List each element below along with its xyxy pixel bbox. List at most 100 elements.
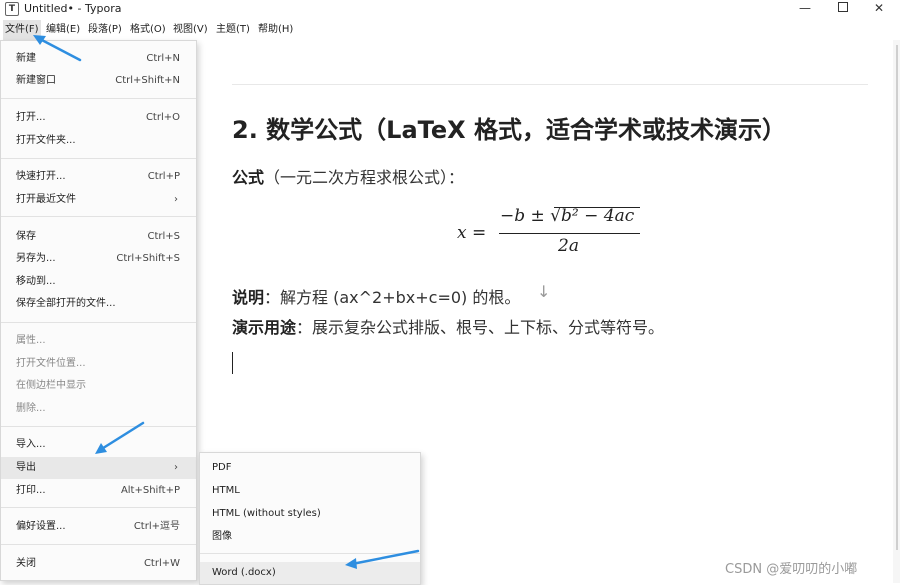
description-text: ：解方程 (ax^2+bx+c=0) 的根。: [264, 288, 521, 307]
menu-item-shortcut: Ctrl+S: [147, 231, 180, 242]
menu-item-print[interactable]: 打印... Alt+Shift+P: [1, 480, 196, 502]
menu-view[interactable]: 视图(V): [171, 20, 210, 40]
title-bar: T Untitled• - Typora — ✕: [0, 0, 900, 17]
menu-theme[interactable]: 主题(T): [214, 20, 252, 40]
sqrt-bar: [554, 207, 640, 208]
menu-item-label: 打开文件位置...: [16, 358, 86, 369]
export-html-without-styles[interactable]: HTML (without styles): [200, 503, 420, 525]
submenu-item-label: Word (.docx): [212, 567, 276, 578]
description-paragraph[interactable]: 说明：解方程 (ax^2+bx+c=0) 的根。: [232, 284, 520, 308]
description-label: 说明: [232, 288, 265, 307]
menu-item-label: 导出: [16, 462, 36, 473]
menu-item-open-folder[interactable]: 打开文件夹...: [1, 130, 196, 152]
menu-item-label: 属性...: [16, 335, 46, 346]
menu-paragraph[interactable]: 段落(P): [86, 20, 124, 40]
window-title: Untitled• - Typora: [24, 2, 122, 15]
menu-edit[interactable]: 编辑(E): [44, 20, 82, 40]
formula-label: 公式: [232, 168, 265, 187]
formula-denominator: 2a: [558, 236, 579, 256]
menu-item-save[interactable]: 保存 Ctrl+S: [1, 226, 196, 248]
scroll-down-arrow-icon: ↓: [537, 282, 551, 301]
document-heading[interactable]: 2. 数学公式（LaTeX 格式，适合学术或技术演示）: [232, 110, 786, 145]
typora-app-icon: T: [5, 2, 19, 16]
menu-item-open-location[interactable]: 打开文件位置...: [1, 353, 196, 375]
menu-item-shortcut: Alt+Shift+P: [120, 485, 180, 496]
close-window-button[interactable]: ✕: [864, 0, 894, 17]
export-word-docx[interactable]: Word (.docx): [200, 562, 420, 584]
maximize-button[interactable]: [828, 0, 858, 17]
submenu-item-label: 图像: [212, 531, 232, 542]
minimize-button[interactable]: —: [790, 0, 820, 17]
menu-item-label: 偏好设置...: [16, 521, 66, 532]
menu-item-delete[interactable]: 删除...: [1, 398, 196, 420]
menu-separator: [1, 98, 196, 99]
vertical-scrollbar-thumb[interactable]: [896, 45, 898, 550]
menu-item-shortcut: Ctrl+W: [143, 558, 180, 569]
menu-item-move-to[interactable]: 移动到...: [1, 271, 196, 293]
usage-label: 演示用途: [232, 318, 297, 337]
menu-item-import[interactable]: 导入...: [1, 434, 196, 456]
menu-item-preferences[interactable]: 偏好设置... Ctrl+逗号: [1, 516, 196, 538]
menu-help[interactable]: 帮助(H): [256, 20, 295, 40]
menu-separator: [1, 507, 196, 508]
menu-item-save-all[interactable]: 保存全部打开的文件...: [1, 293, 196, 315]
menu-item-label: 快速打开...: [16, 171, 66, 182]
menu-item-new[interactable]: 新建 Ctrl+N: [1, 48, 196, 70]
export-pdf[interactable]: PDF: [200, 457, 420, 479]
formula-numerator: −b ± √b² − 4ac: [500, 206, 635, 226]
export-image[interactable]: 图像: [200, 526, 420, 548]
menu-separator: [1, 158, 196, 159]
export-html[interactable]: HTML: [200, 480, 420, 502]
menu-item-label: 在侧边栏中显示: [16, 380, 86, 391]
chevron-right-icon: ›: [174, 194, 178, 205]
menu-item-label: 删除...: [16, 403, 46, 414]
menu-item-export[interactable]: 导出 ›: [1, 457, 196, 479]
menu-item-label: 保存全部打开的文件...: [16, 298, 116, 309]
menu-item-label: 新建: [16, 53, 36, 64]
usage-text: ：展示复杂公式排版、根号、上下标、分式等符号。: [296, 318, 665, 337]
menu-item-label: 打开...: [16, 112, 46, 123]
menu-format[interactable]: 格式(O): [128, 20, 168, 40]
menu-separator: [1, 322, 196, 323]
menu-item-show-in-sidebar[interactable]: 在侧边栏中显示: [1, 375, 196, 397]
menu-separator: [1, 216, 196, 217]
menu-item-open[interactable]: 打开... Ctrl+O: [1, 107, 196, 129]
menu-item-label: 移动到...: [16, 276, 56, 287]
formula-lhs: x: [457, 223, 467, 243]
formula-equals: =: [472, 223, 487, 243]
menu-item-new-window[interactable]: 新建窗口 Ctrl+Shift+N: [1, 70, 196, 92]
watermark: CSDN @爱叨叨的小嘟: [725, 562, 858, 577]
submenu-item-label: HTML (without styles): [212, 508, 321, 519]
menu-item-shortcut: Ctrl+逗号: [133, 521, 180, 532]
text-cursor: [232, 352, 233, 374]
menu-item-label: 保存: [16, 231, 36, 242]
submenu-separator: [200, 553, 420, 554]
menu-item-shortcut: Ctrl+P: [147, 171, 180, 182]
menu-bar: 文件(F) 编辑(E) 段落(P) 格式(O) 视图(V) 主题(T) 帮助(H…: [0, 20, 900, 40]
menu-item-close[interactable]: 关闭 Ctrl+W: [1, 553, 196, 575]
menu-item-label: 打开最近文件: [16, 194, 76, 205]
menu-item-shortcut: Ctrl+N: [146, 53, 180, 64]
menu-file[interactable]: 文件(F): [3, 20, 41, 40]
horizontal-rule: [232, 84, 868, 85]
export-submenu: PDF HTML HTML (without styles) 图像 Word (…: [199, 452, 421, 585]
menu-item-shortcut: Ctrl+Shift+N: [115, 75, 180, 86]
menu-item-label: 打印...: [16, 485, 46, 496]
menu-item-label: 打开文件夹...: [16, 135, 76, 146]
menu-item-quick-open[interactable]: 快速打开... Ctrl+P: [1, 166, 196, 188]
usage-paragraph[interactable]: 演示用途：展示复杂公式排版、根号、上下标、分式等符号。: [232, 314, 664, 338]
menu-item-save-as[interactable]: 另存为... Ctrl+Shift+S: [1, 248, 196, 270]
menu-separator: [1, 426, 196, 427]
formula-intro-paragraph[interactable]: 公式（一元二次方程求根公式）：: [232, 164, 464, 188]
menu-item-label: 另存为...: [16, 253, 56, 264]
menu-item-properties[interactable]: 属性...: [1, 330, 196, 352]
menu-item-shortcut: Ctrl+Shift+S: [116, 253, 180, 264]
menu-item-label: 新建窗口: [16, 75, 56, 86]
menu-item-label: 导入...: [16, 439, 46, 450]
submenu-item-label: PDF: [212, 462, 232, 473]
chevron-right-icon: ›: [174, 462, 178, 473]
formula-label-text: （一元二次方程求根公式）：: [264, 168, 465, 187]
menu-item-open-recent[interactable]: 打开最近文件 ›: [1, 189, 196, 211]
file-menu-dropdown: 新建 Ctrl+N 新建窗口 Ctrl+Shift+N 打开... Ctrl+O…: [0, 40, 197, 581]
fraction-bar: [499, 233, 640, 234]
